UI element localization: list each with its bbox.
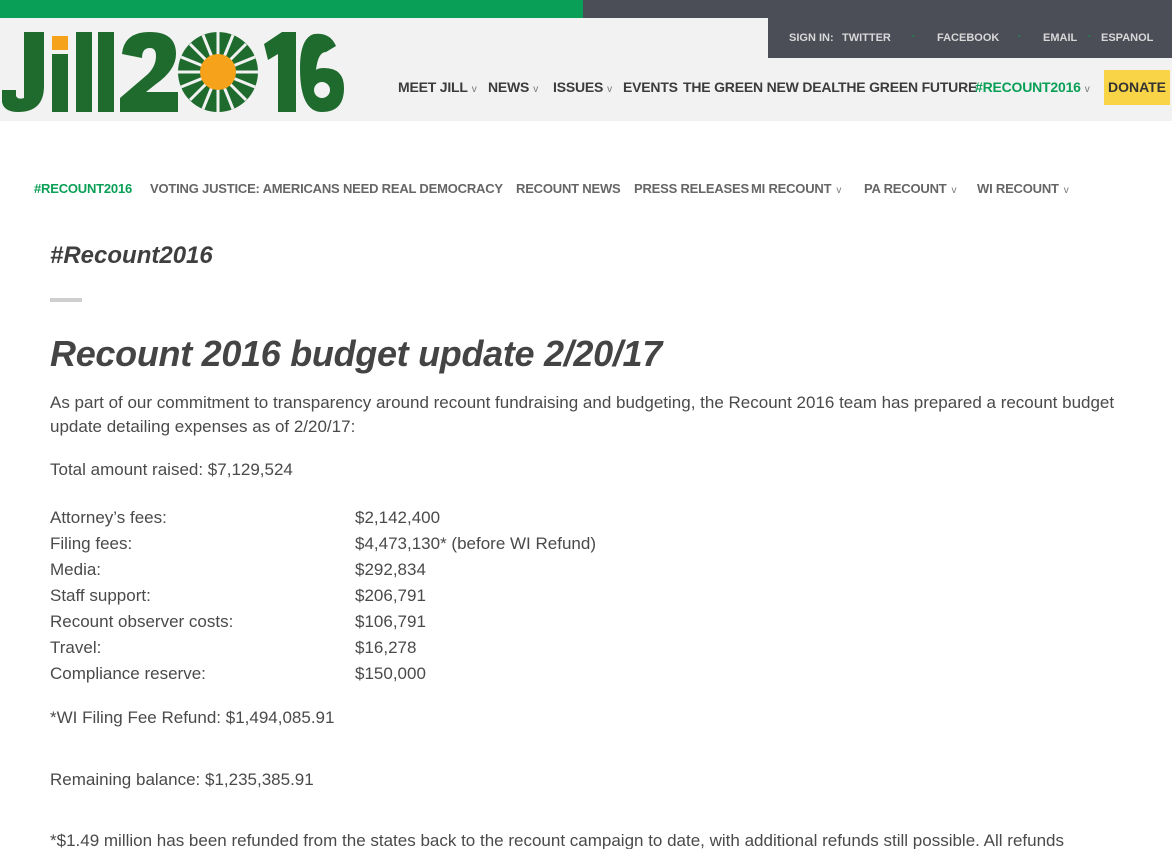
- chevron-down-icon: v: [533, 84, 539, 95]
- budget-label: Compliance reserve:: [50, 664, 206, 683]
- espanol-link[interactable]: ESPANOL: [1101, 32, 1153, 44]
- nav-item-meet-jill[interactable]: MEET JILL v: [398, 79, 477, 95]
- wi-refund-note: *WI Filing Fee Refund: $1,494,085.91: [50, 708, 335, 727]
- budget-label: Attorney’s fees:: [50, 508, 167, 527]
- top-bar-green: [0, 0, 583, 18]
- subnav-item-recount2016[interactable]: #RECOUNT2016: [34, 181, 132, 196]
- budget-value: $106,791: [355, 612, 426, 631]
- chevron-down-icon: v: [836, 185, 842, 196]
- email-link[interactable]: EMAIL: [1043, 32, 1077, 44]
- subnav-item-recount-news[interactable]: RECOUNT NEWS: [516, 181, 621, 196]
- top-color-bar: [0, 0, 1172, 18]
- facebook-link[interactable]: FACEBOOK: [937, 32, 999, 44]
- site-header: SIGN IN: TWITTER · FACEBOOK · EMAIL · ES…: [0, 18, 1172, 121]
- chevron-down-icon: v: [471, 84, 477, 95]
- title-divider: [50, 298, 82, 302]
- refund-footnote: *$1.49 million has been refunded from th…: [50, 831, 1064, 849]
- main-nav: MEET JILL v NEWS v ISSUES v EVENTS THE GREE…: [0, 70, 1172, 106]
- separator-dot: ·: [1018, 31, 1022, 42]
- budget-label: Travel:: [50, 638, 102, 657]
- chevron-down-icon: v: [607, 84, 612, 95]
- nav-item-green-new-deal[interactable]: THE GREEN NEW DEAL: [683, 79, 840, 95]
- separator-dot: ·: [1088, 31, 1092, 42]
- budget-value: $206,791: [355, 586, 426, 605]
- top-bar-dark: [583, 0, 1172, 18]
- separator-dot: ·: [912, 31, 916, 42]
- subnav-item-mi-recount[interactable]: MI RECOUNT v: [751, 181, 841, 196]
- budget-value: $2,142,400: [355, 508, 441, 527]
- budget-label: Staff support:: [50, 586, 151, 605]
- chevron-down-icon: v: [1063, 185, 1069, 196]
- remaining-balance: Remaining balance: $1,235,385.91: [50, 770, 314, 789]
- budget-label: Filing fees:: [50, 534, 133, 553]
- chevron-down-icon: v: [951, 185, 957, 196]
- budget-label: Media:: [50, 560, 102, 579]
- post-title: Recount 2016 budget update 2/20/17: [50, 333, 662, 374]
- sign-in-label: SIGN IN:: [789, 32, 834, 44]
- nav-item-issues[interactable]: ISSUES v: [553, 79, 612, 95]
- budget-value: $292,834: [355, 560, 426, 579]
- nav-item-recount2016[interactable]: #RECOUNT2016 v: [975, 79, 1090, 95]
- nav-item-green-future[interactable]: THE GREEN FUTURE: [838, 79, 977, 95]
- budget-value: $150,000: [355, 664, 426, 683]
- section-title: #Recount2016: [50, 242, 213, 269]
- donate-button[interactable]: DONATE: [1104, 70, 1170, 105]
- chevron-down-icon: v: [1084, 84, 1090, 95]
- subnav-item-voting-justice[interactable]: VOTING JUSTICE: AMERICANS NEED REAL DEMO…: [150, 181, 503, 196]
- budget-value: $4,473,130* (before WI Refund): [355, 534, 596, 553]
- nav-item-news[interactable]: NEWS v: [488, 79, 538, 95]
- intro-paragraph: As part of our commitment to transparenc…: [50, 393, 1115, 436]
- total-raised: Total amount raised: $7,129,524: [50, 460, 293, 479]
- subnav-item-wi-recount[interactable]: WI RECOUNT v: [977, 181, 1069, 196]
- utility-bar: SIGN IN: TWITTER · FACEBOOK · EMAIL · ES…: [768, 18, 1172, 58]
- budget-label: Recount observer costs:: [50, 612, 234, 631]
- subnav-item-pa-recount[interactable]: PA RECOUNT v: [864, 181, 957, 196]
- budget-value: $16,278: [355, 638, 417, 657]
- twitter-link[interactable]: TWITTER: [842, 32, 891, 44]
- recount-sub-nav: #RECOUNT2016 VOTING JUSTICE: AMERICANS N…: [0, 180, 1172, 200]
- subnav-item-press-releases[interactable]: PRESS RELEASES: [634, 181, 749, 196]
- nav-item-events[interactable]: EVENTS: [623, 79, 678, 95]
